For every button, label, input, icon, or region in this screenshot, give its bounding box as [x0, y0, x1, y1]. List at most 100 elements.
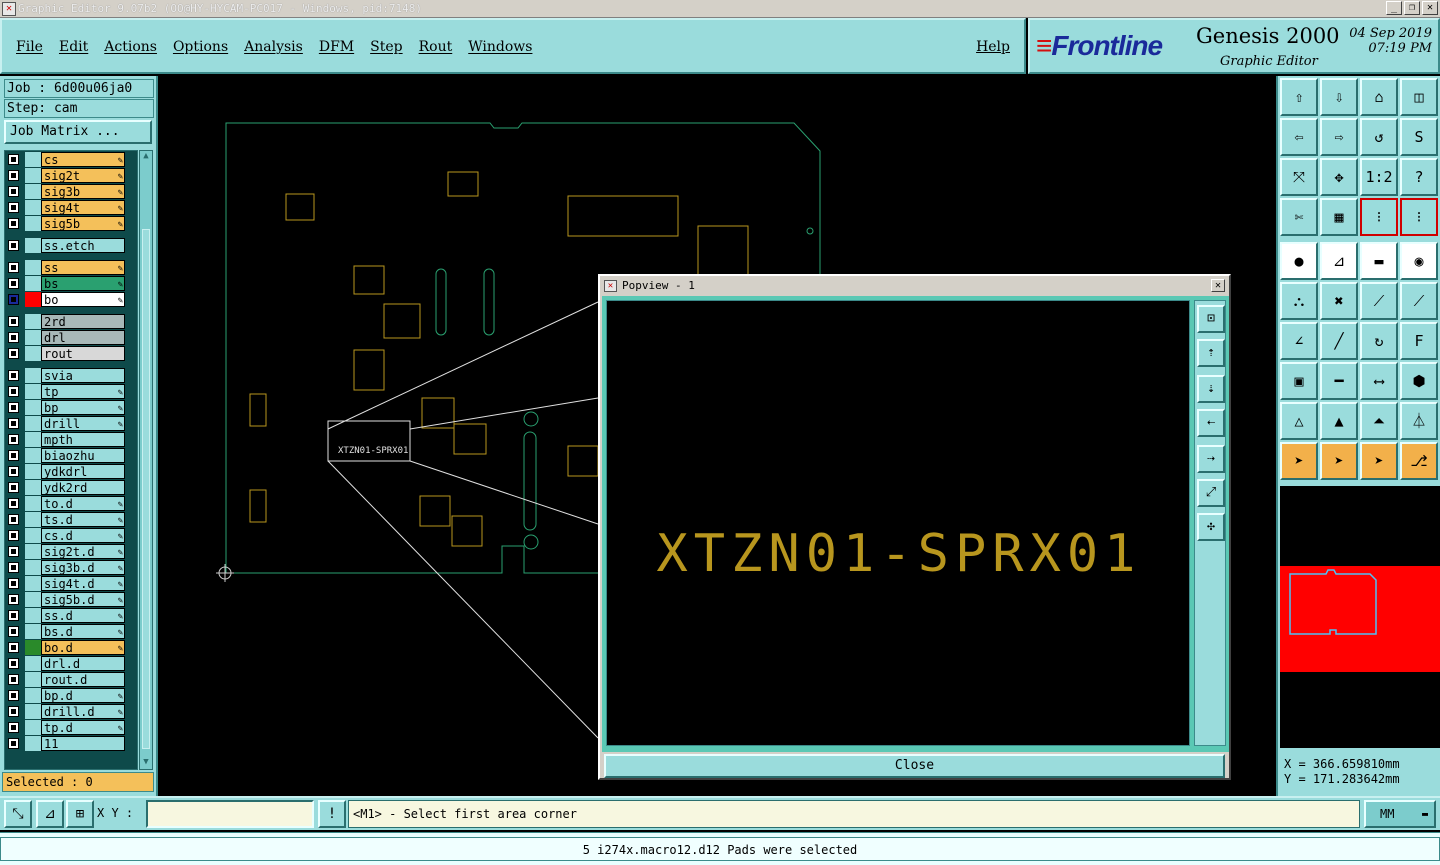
angle-icon[interactable]: ∠: [1280, 322, 1318, 360]
layer-swatch[interactable]: [25, 560, 41, 575]
layer-checkbox[interactable]: [8, 154, 19, 165]
grid-snap-icon[interactable]: ⊞: [66, 800, 94, 828]
layer-checkbox[interactable]: [8, 706, 19, 717]
layer-row[interactable]: sig3b ✎: [5, 184, 137, 199]
layer-name[interactable]: 2rd: [41, 314, 125, 329]
zoom-out-icon[interactable]: ✣: [1197, 513, 1225, 541]
layer-swatch[interactable]: [25, 200, 41, 215]
layer-row[interactable]: sig3b.d ✎: [5, 560, 137, 575]
layer-checkbox[interactable]: [8, 402, 19, 413]
layer-swatch[interactable]: [25, 184, 41, 199]
layer-row[interactable]: bp.d ✎: [5, 688, 137, 703]
scale-icon[interactable]: 1:2: [1360, 158, 1398, 196]
layer-row[interactable]: sig2t ✎: [5, 168, 137, 183]
layer-row[interactable]: drill.d ✎: [5, 704, 137, 719]
layer-name[interactable]: sig3b.d ✎: [41, 560, 125, 575]
layer-swatch[interactable]: [25, 464, 41, 479]
layer-checkbox[interactable]: [8, 594, 19, 605]
layer-checkbox[interactable]: [8, 386, 19, 397]
layer-name[interactable]: ts.d ✎: [41, 512, 125, 527]
layer-row[interactable]: sig4t.d ✎: [5, 576, 137, 591]
layer-scrollbar[interactable]: ▲ ▼: [139, 150, 153, 770]
layer-name[interactable]: tp.d ✎: [41, 720, 125, 735]
layer-name[interactable]: to.d ✎: [41, 496, 125, 511]
pan-down-icon[interactable]: ⇣: [1197, 375, 1225, 403]
layer-swatch[interactable]: [25, 512, 41, 527]
zoom-fit-icon[interactable]: ⊡: [1197, 305, 1225, 333]
menu-edit[interactable]: Edit: [59, 39, 88, 55]
measure-snap-icon[interactable]: ⊿: [36, 800, 64, 828]
layer-swatch[interactable]: [25, 238, 41, 253]
layer-row[interactable]: sig4t ✎: [5, 200, 137, 215]
layer-row[interactable]: cs.d ✎: [5, 528, 137, 543]
layer-checkbox[interactable]: [8, 348, 19, 359]
delete-icon[interactable]: ✖: [1320, 282, 1358, 320]
home-icon[interactable]: ⌂: [1360, 78, 1398, 116]
hline-icon[interactable]: ━: [1320, 362, 1358, 400]
layer-swatch[interactable]: [25, 608, 41, 623]
layer-checkbox[interactable]: [8, 546, 19, 557]
layer-row[interactable]: cs ✎: [5, 152, 137, 167]
layer-name[interactable]: 11: [41, 736, 125, 751]
layer-checkbox[interactable]: [8, 642, 19, 653]
layer-swatch[interactable]: [25, 624, 41, 639]
layer-swatch[interactable]: [25, 260, 41, 275]
layer-row[interactable]: bp ✎: [5, 400, 137, 415]
app-icon[interactable]: ✕: [2, 2, 16, 16]
dimension-icon[interactable]: ⟷: [1360, 362, 1398, 400]
layer-name[interactable]: sig2t ✎: [41, 168, 125, 183]
ruler-icon[interactable]: ▬: [1360, 242, 1398, 280]
layer-name[interactable]: sig3b ✎: [41, 184, 125, 199]
layer-swatch[interactable]: [25, 656, 41, 671]
layer-checkbox[interactable]: [8, 562, 19, 573]
layer-swatch[interactable]: [25, 736, 41, 751]
layer-swatch[interactable]: [25, 448, 41, 463]
layer-name[interactable]: ydk2rd: [41, 480, 125, 495]
measure-icon[interactable]: ⊿: [1320, 242, 1358, 280]
pad-icon[interactable]: ▣: [1280, 362, 1318, 400]
layer-row[interactable]: mpth: [5, 432, 137, 447]
pan-right-icon[interactable]: ⇨: [1320, 118, 1358, 156]
layer-row[interactable]: ydk2rd: [5, 480, 137, 495]
minimize-button[interactable]: _: [1386, 1, 1402, 15]
menu-windows[interactable]: Windows: [468, 39, 532, 55]
layer-name[interactable]: cs.d ✎: [41, 528, 125, 543]
job-matrix-button[interactable]: Job Matrix ...: [4, 120, 152, 144]
xy-input[interactable]: [146, 800, 314, 828]
help-icon[interactable]: ?: [1400, 158, 1438, 196]
layer-swatch[interactable]: [25, 368, 41, 383]
layer-name[interactable]: ss ✎: [41, 260, 125, 275]
restore-button[interactable]: ❐: [1404, 1, 1420, 15]
home-up-icon[interactable]: ⇧: [1280, 78, 1318, 116]
layer-name[interactable]: ss.etch: [41, 238, 125, 253]
layer-row[interactable]: bo.d ✎: [5, 640, 137, 655]
layer-row[interactable]: ss ✎: [5, 260, 137, 275]
pan-up-icon[interactable]: ⇡: [1197, 339, 1225, 367]
layer-row[interactable]: sig2t.d ✎: [5, 544, 137, 559]
menu-help[interactable]: Help: [976, 39, 1010, 55]
layer-row[interactable]: bs ✎: [5, 276, 137, 291]
layer-swatch[interactable]: [25, 496, 41, 511]
layer-swatch[interactable]: [25, 592, 41, 607]
layer-checkbox[interactable]: [8, 434, 19, 445]
layer-checkbox[interactable]: [8, 278, 19, 289]
pointer-poly-icon[interactable]: ➤: [1360, 442, 1398, 480]
layer-row[interactable]: to.d ✎: [5, 496, 137, 511]
triangle-c-icon[interactable]: ⏶: [1360, 402, 1398, 440]
layer-checkbox[interactable]: [8, 498, 19, 509]
layer-swatch[interactable]: [25, 640, 41, 655]
menu-file[interactable]: File: [16, 39, 43, 55]
layer-checkbox[interactable]: [8, 294, 19, 305]
layer-name[interactable]: bs ✎: [41, 276, 125, 291]
layer-row[interactable]: bs.d ✎: [5, 624, 137, 639]
layer-row[interactable]: ydkdrl: [5, 464, 137, 479]
redraw-icon[interactable]: S: [1400, 118, 1438, 156]
layer-row[interactable]: tp ✎: [5, 384, 137, 399]
layer-checkbox[interactable]: [8, 514, 19, 525]
menu-step[interactable]: Step: [370, 39, 402, 55]
layer-name[interactable]: sig4t.d ✎: [41, 576, 125, 591]
menu-options[interactable]: Options: [173, 39, 228, 55]
layer-name[interactable]: bs.d ✎: [41, 624, 125, 639]
menu-dfm[interactable]: DFM: [319, 39, 354, 55]
scroll-thumb[interactable]: [142, 229, 150, 749]
